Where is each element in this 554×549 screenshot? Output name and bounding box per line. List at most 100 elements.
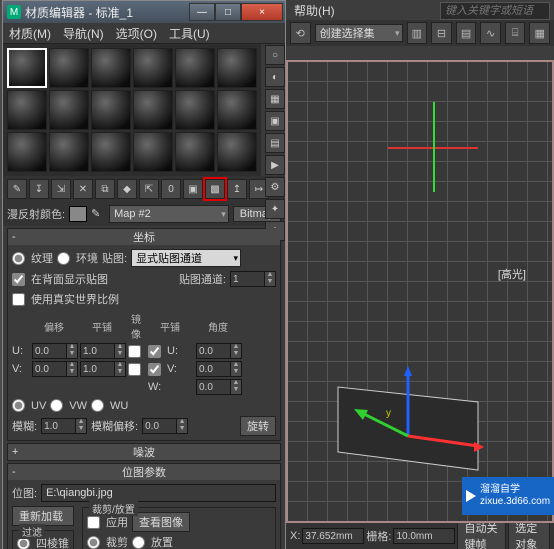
filter-group-label: 过滤 (19, 524, 45, 539)
sample-slot[interactable] (175, 90, 215, 130)
v-angle-spinner[interactable]: ▲▼ (196, 361, 242, 377)
w-angle-spinner[interactable]: ▲▼ (196, 379, 242, 395)
autokey-button[interactable]: 自动关键帧 (457, 523, 506, 549)
help-search-input[interactable] (440, 2, 550, 20)
crop-radio[interactable]: 裁剪 (87, 534, 128, 549)
texture-radio[interactable]: 纹理 (12, 250, 53, 266)
put-to-lib-icon[interactable]: ⇱ (139, 179, 159, 199)
u-tile-check[interactable] (148, 345, 161, 358)
go-parent-icon[interactable]: ↥ (227, 179, 247, 199)
make-copy-icon[interactable]: ⧉ (95, 179, 115, 199)
u-offset-spinner[interactable]: ▲▼ (32, 343, 78, 359)
menu-material[interactable]: 材质(M) (9, 25, 51, 42)
toolbar-curve-icon[interactable]: ∿ (480, 22, 501, 44)
sample-slot[interactable] (133, 90, 173, 130)
help-menu[interactable]: 帮助(H) (294, 2, 335, 19)
uv-radio[interactable]: UV (12, 399, 46, 412)
scene-plane-object[interactable]: y (328, 342, 528, 472)
sample-slot[interactable] (133, 132, 173, 172)
selected-objects-button[interactable]: 选定对象 (508, 523, 550, 549)
bitmap-path-field[interactable]: E:\qiangbi.jpg (41, 484, 276, 502)
sample-slot[interactable] (49, 132, 89, 172)
map-name-value: Map #2 (114, 208, 151, 220)
reload-button[interactable]: 重新加载 (12, 506, 74, 526)
wu-radio[interactable]: WU (91, 399, 128, 412)
menu-navigation[interactable]: 导航(N) (63, 25, 104, 42)
bitmap-header[interactable]: -位图参数 (8, 464, 280, 480)
environ-radio[interactable]: 环境 (57, 250, 98, 266)
toolbar-align-icon[interactable]: ⊟ (431, 22, 452, 44)
eyedropper-icon[interactable]: ✎ (91, 207, 105, 221)
sample-slot[interactable] (175, 48, 215, 88)
real-world-check[interactable]: 使用真实世界比例 (12, 291, 119, 307)
sample-slot[interactable] (7, 90, 47, 130)
rotate-button[interactable]: 旋转 (240, 416, 276, 436)
diffuse-color-swatch[interactable] (69, 206, 87, 222)
v-mirror-check[interactable] (128, 363, 140, 375)
u-tile-spinner[interactable]: ▲▼ (80, 343, 126, 359)
sample-slot[interactable] (217, 132, 257, 172)
sample-slot[interactable] (7, 48, 47, 88)
coord-x-value[interactable]: 37.652mm (302, 528, 364, 544)
sample-uv-icon[interactable]: ▣ (265, 111, 285, 131)
reset-map-icon[interactable]: ✕ (73, 179, 93, 199)
get-material-icon[interactable]: ✎ (7, 179, 27, 199)
show-on-back-check[interactable]: 在背面显示贴图 (12, 271, 108, 287)
noise-header[interactable]: +噪波 (8, 444, 280, 460)
blur-spinner[interactable]: ▲▼ (41, 418, 87, 434)
sample-slot[interactable] (217, 90, 257, 130)
video-check-icon[interactable]: ▤ (265, 133, 285, 153)
toolbar-layers-icon[interactable]: ▤ (456, 22, 477, 44)
sample-slot[interactable] (133, 48, 173, 88)
make-unique-icon[interactable]: ◆ (117, 179, 137, 199)
background-icon[interactable]: ▦ (265, 89, 285, 109)
assign-to-sel-icon[interactable]: ⇲ (51, 179, 71, 199)
mat-id-icon[interactable]: 0 (161, 179, 181, 199)
minimize-button[interactable]: — (189, 3, 215, 21)
blur-label: 模糊: (12, 418, 37, 434)
close-button[interactable]: × (241, 3, 283, 21)
sample-slot[interactable] (217, 48, 257, 88)
u-mirror-check[interactable] (128, 345, 140, 357)
coordinates-header[interactable]: -坐标 (8, 229, 280, 245)
sample-slot[interactable] (175, 132, 215, 172)
show-end-result-icon[interactable]: ▩ (205, 179, 225, 199)
perspective-viewport[interactable]: [高光] y (286, 60, 554, 523)
apply-check[interactable]: 应用 (87, 514, 128, 530)
make-preview-icon[interactable]: ▶ (265, 155, 285, 175)
link-icon[interactable]: ⟲ (290, 22, 311, 44)
toolbar-mirror-icon[interactable]: ▥ (407, 22, 428, 44)
v-offset-spinner[interactable]: ▲▼ (32, 361, 78, 377)
selection-set-dropdown[interactable]: 创建选择集▾ (315, 24, 403, 42)
toolbar-schematic-icon[interactable]: ⌸ (505, 22, 526, 44)
map-name-dropdown[interactable]: Map #2▾ (109, 205, 229, 223)
vw-radio[interactable]: VW (50, 399, 87, 412)
mapping-dropdown[interactable]: 显式贴图通道▾ (131, 249, 241, 267)
v-tile-spinner[interactable]: ▲▼ (80, 361, 126, 377)
options-icon[interactable]: ⚙ (265, 177, 285, 197)
blur-offset-spinner[interactable]: ▲▼ (142, 418, 188, 434)
sample-slot[interactable] (7, 132, 47, 172)
offset-header: 偏移 (32, 319, 76, 334)
sample-slot[interactable] (91, 90, 131, 130)
sample-slot[interactable] (91, 132, 131, 172)
select-by-mat-icon[interactable]: ✦ (265, 199, 285, 219)
backlight-icon[interactable]: ◐ (265, 67, 285, 87)
v-tile-check[interactable] (148, 363, 161, 376)
grid-value[interactable]: 10.0mm (393, 528, 455, 544)
menu-tools[interactable]: 工具(U) (169, 25, 210, 42)
put-to-scene-icon[interactable]: ↧ (29, 179, 49, 199)
sample-slot[interactable] (49, 48, 89, 88)
titlebar[interactable]: M 材质编辑器 - 标准_1 — □ × (3, 1, 285, 23)
sample-slot[interactable] (49, 90, 89, 130)
map-channel-spinner[interactable]: ▲▼ (230, 271, 276, 287)
place-radio[interactable]: 放置 (132, 534, 173, 549)
sample-type-icon[interactable]: ○ (265, 45, 285, 65)
view-image-button[interactable]: 查看图像 (132, 512, 190, 532)
u-angle-spinner[interactable]: ▲▼ (196, 343, 242, 359)
toolbar-more-icon[interactable]: ▦ (529, 22, 550, 44)
sample-slot[interactable] (91, 48, 131, 88)
maximize-button[interactable]: □ (215, 3, 241, 21)
menu-options[interactable]: 选项(O) (116, 25, 157, 42)
show-in-vp-icon[interactable]: ▣ (183, 179, 203, 199)
